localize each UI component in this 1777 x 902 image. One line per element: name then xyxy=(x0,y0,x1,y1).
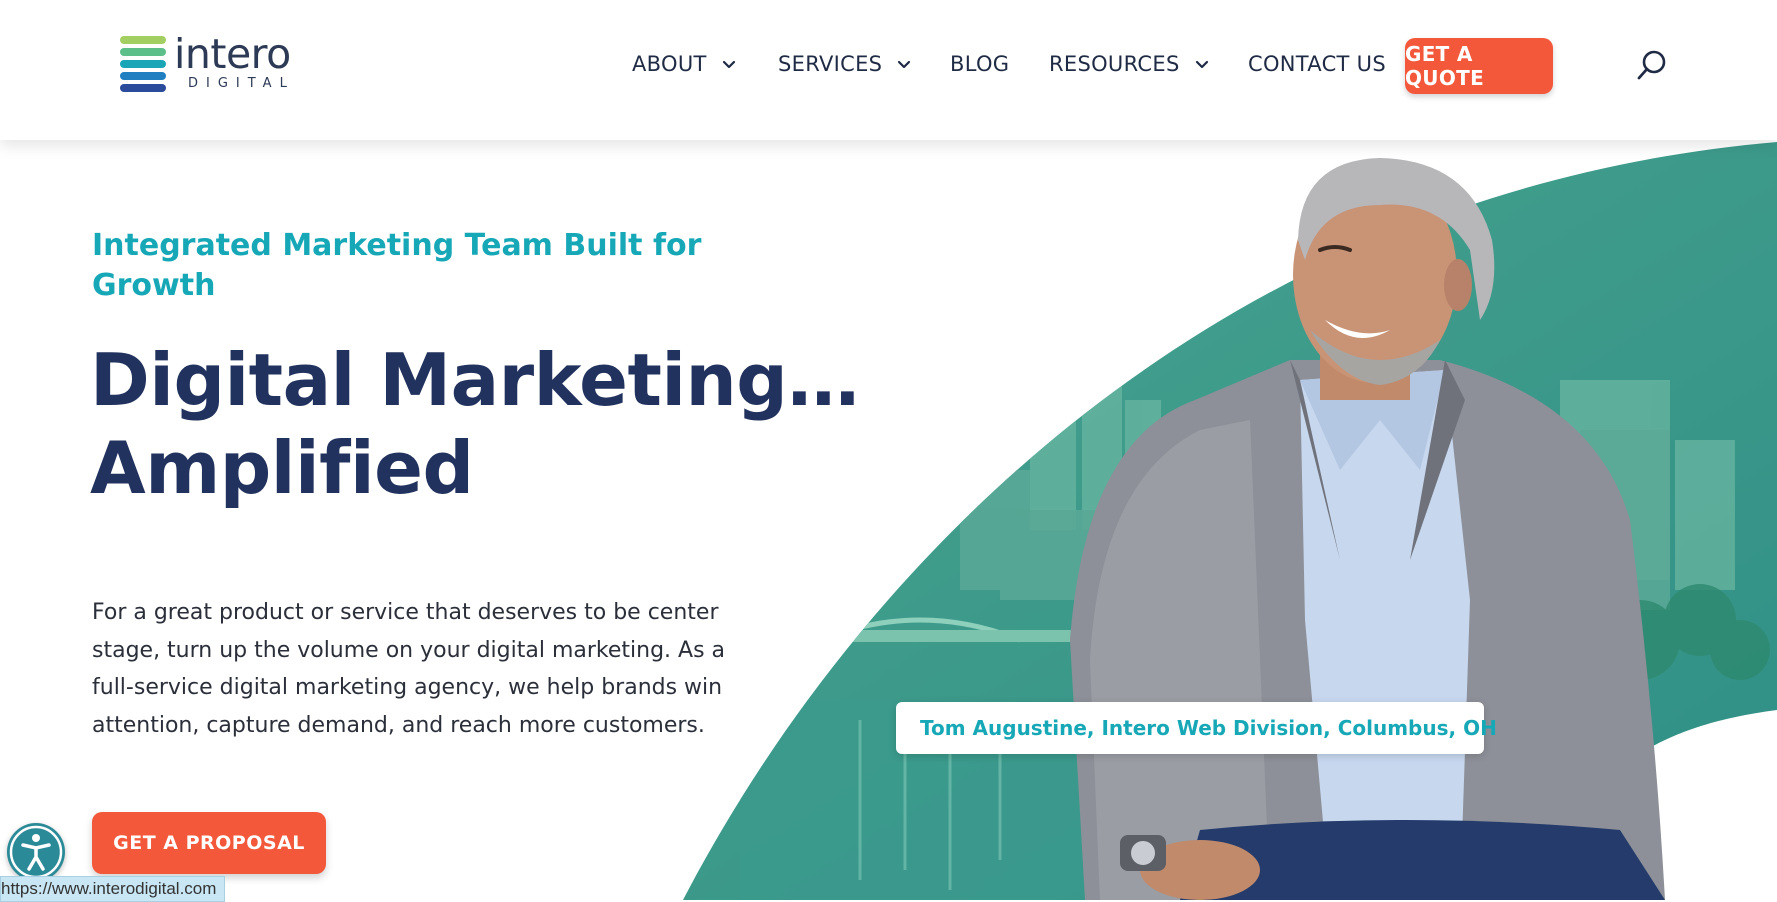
hero-headline: Digital Marketing… Amplified xyxy=(90,336,910,512)
intero-digital-logo[interactable]: intero DIGITAL xyxy=(120,30,295,94)
nav-item-blog[interactable]: BLOG xyxy=(950,52,1009,76)
nav-item-label: SERVICES xyxy=(778,52,883,76)
nav-item-label: RESOURCES xyxy=(1049,52,1180,76)
logo-wordmark: intero xyxy=(174,30,291,78)
chevron-down-icon xyxy=(898,60,911,69)
nav-item-services[interactable]: SERVICES xyxy=(778,52,912,76)
nav-item-label: ABOUT xyxy=(632,52,707,76)
chevron-down-icon xyxy=(1195,60,1208,69)
caption-text: Tom Augustine, Intero Web Division, Colu… xyxy=(920,716,1497,740)
headline-line-1: Digital Marketing… xyxy=(90,338,859,422)
headline-line-2: Amplified xyxy=(90,426,474,510)
search-icon[interactable] xyxy=(1636,49,1668,81)
hero-lead-paragraph: For a great product or service that dese… xyxy=(92,600,726,738)
chevron-down-icon xyxy=(722,60,735,69)
get-a-proposal-button[interactable]: GET A PROPOSAL xyxy=(92,812,326,874)
status-bar-url: https://www.interodigital.com xyxy=(0,876,226,902)
nav-item-resources[interactable]: RESOURCES xyxy=(1049,52,1210,76)
nav-item-about[interactable]: ABOUT xyxy=(632,52,737,76)
nav-item-contact-us[interactable]: CONTACT US xyxy=(1248,52,1386,76)
accessibility-button[interactable] xyxy=(7,823,65,881)
hero-eyebrow: Integrated Marketing Team Built for Grow… xyxy=(92,228,702,303)
nav-item-label: BLOG xyxy=(950,52,1010,76)
logo-subtitle: DIGITAL xyxy=(188,76,295,91)
site-header: intero DIGITAL ABOUT SERVICES BLOG RESOU… xyxy=(0,0,1777,140)
get-a-quote-button[interactable]: GET A QUOTE xyxy=(1405,38,1553,94)
nav-item-label: CONTACT US xyxy=(1248,52,1386,76)
photo-caption: Tom Augustine, Intero Web Division, Colu… xyxy=(896,702,1497,754)
logo-bars-icon xyxy=(120,36,166,92)
accessibility-icon xyxy=(9,825,63,879)
